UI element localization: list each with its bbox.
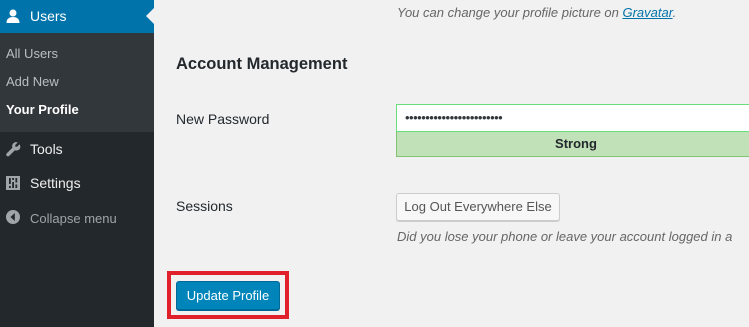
menu-tools-label: Tools xyxy=(30,141,63,157)
menu-tools[interactable]: Tools xyxy=(0,132,154,166)
profile-picture-note: You can change your profile picture on G… xyxy=(397,5,676,20)
password-strength-indicator: Strong xyxy=(396,132,749,157)
log-out-everywhere-button[interactable]: Log Out Everywhere Else xyxy=(396,193,560,221)
new-password-field: •••••••••••••••••••••••• Strong xyxy=(396,104,749,157)
new-password-label: New Password xyxy=(176,111,270,127)
account-management-heading: Account Management xyxy=(176,55,348,73)
collapse-icon xyxy=(5,209,21,225)
collapse-menu-button[interactable]: Collapse menu xyxy=(0,200,154,234)
profile-picture-note-text: You can change your profile picture on xyxy=(397,5,623,20)
new-password-input[interactable]: •••••••••••••••••••••••• xyxy=(396,104,749,132)
users-submenu: All Users Add New Your Profile xyxy=(0,33,154,132)
update-profile-button[interactable]: Update Profile xyxy=(176,281,280,310)
settings-sliders-icon xyxy=(5,175,21,191)
sessions-label: Sessions xyxy=(176,198,233,214)
submenu-add-new[interactable]: Add New xyxy=(6,74,59,90)
admin-sidebar: Users All Users Add New Your Profile Too… xyxy=(0,0,154,327)
collapse-menu-label: Collapse menu xyxy=(30,211,117,226)
profile-picture-note-end: . xyxy=(672,5,677,20)
submenu-your-profile[interactable]: Your Profile xyxy=(6,102,79,118)
gravatar-link[interactable]: Gravatar xyxy=(622,5,672,20)
submenu-all-users[interactable]: All Users xyxy=(6,46,58,62)
sessions-help-text: Did you lose your phone or leave your ac… xyxy=(397,229,733,244)
users-icon xyxy=(5,8,21,24)
menu-settings-label: Settings xyxy=(30,175,81,191)
current-menu-arrow xyxy=(146,8,154,24)
wrench-icon xyxy=(5,141,21,157)
menu-users-label: Users xyxy=(30,8,67,24)
menu-users[interactable]: Users xyxy=(0,0,154,33)
menu-settings[interactable]: Settings xyxy=(0,166,154,200)
